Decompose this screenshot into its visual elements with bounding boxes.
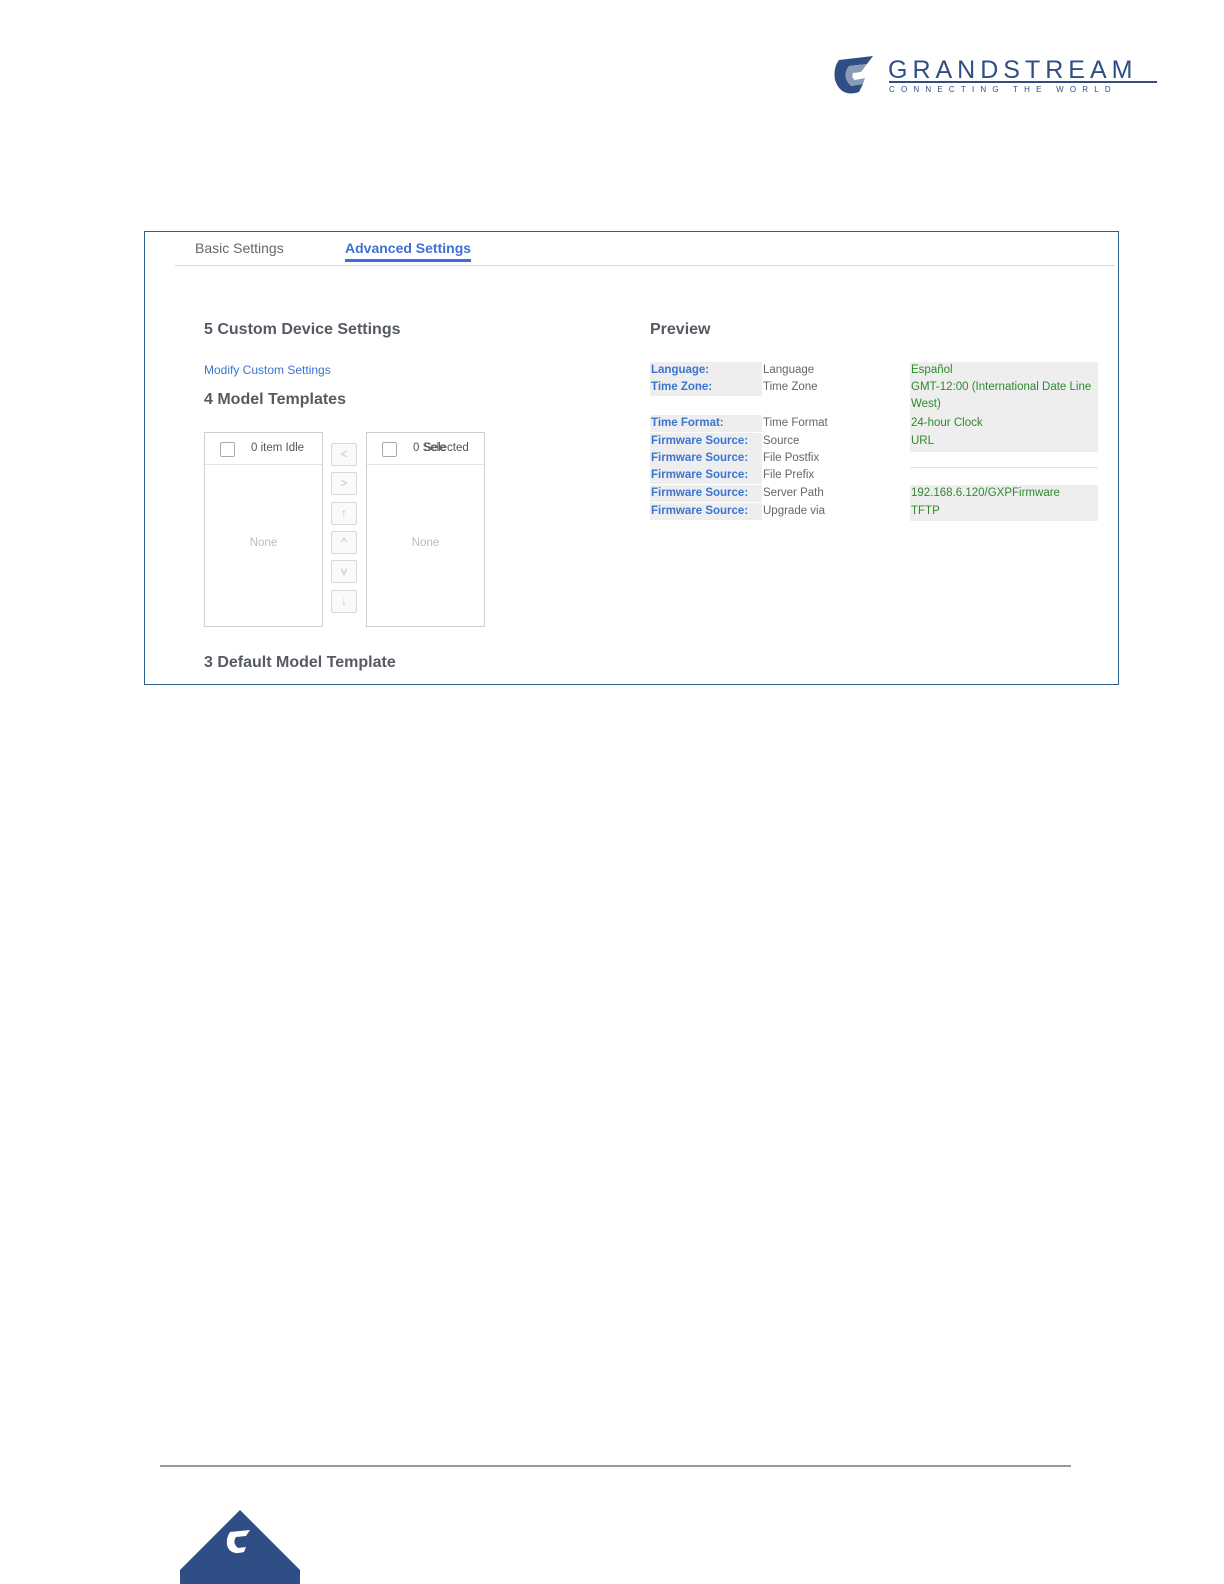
preview-heading: Preview [650, 321, 711, 338]
preview-row-file-prefix: Firmware Source: File Prefix [650, 467, 1100, 484]
grandstream-logo: GRANDSTREAM CONNECTING THE WORLD [833, 54, 1163, 100]
preview-key: Language: [650, 362, 762, 379]
preview-key: Firmware Source: [650, 450, 762, 467]
brand-rule [889, 81, 1157, 83]
tab-advanced-settings[interactable]: Advanced Settings [345, 240, 472, 262]
idle-list: 0 item Idle None [204, 432, 323, 627]
idle-list-title: 0 item Idle [251, 442, 305, 454]
preview-row-time-format: Time Format: Time Format 24-hour Clock [650, 415, 1100, 432]
preview-label: File Postfix [763, 452, 820, 464]
preview-row-time-zone: Time Zone: Time Zone GMT-12:00 (Internat… [650, 379, 1100, 414]
selected-list-header: 0 Sele Selected [367, 433, 484, 465]
preview-row-language: Language: Language Español [650, 362, 1100, 379]
modify-custom-settings-link[interactable]: Modify Custom Settings [204, 363, 331, 377]
move-right-button[interactable]: > [331, 472, 357, 495]
preview-key: Firmware Source: [650, 485, 762, 502]
custom-device-settings-heading: 5 Custom Device Settings [204, 321, 401, 338]
preview-key: Firmware Source: [650, 467, 762, 484]
selected-list-title-overlap: Selected [424, 442, 469, 454]
selected-list: 0 Sele Selected None [366, 432, 485, 627]
footer-logo-icon [180, 1510, 300, 1584]
brand-tagline: CONNECTING THE WORLD [889, 85, 1117, 94]
preview-label: Source [763, 435, 800, 447]
selected-list-empty: None [411, 537, 440, 549]
preview-label: Time Zone [763, 381, 818, 393]
model-templates-heading: 4 Model Templates [204, 391, 346, 408]
idle-list-empty: None [249, 537, 278, 549]
preview-row-upgrade-via: Firmware Source: Upgrade via TFTP [650, 503, 1100, 520]
preview-value: URL [910, 433, 1098, 450]
preview-label: File Prefix [763, 469, 815, 481]
preview-key: Time Format: [650, 415, 762, 432]
settings-panel: Basic Settings Advanced Settings 5 Custo… [144, 231, 1119, 685]
preview-label: Language [763, 364, 815, 376]
preview-row-server-path: Firmware Source: Server Path 192.168.6.1… [650, 485, 1100, 502]
preview-label: Upgrade via [763, 505, 826, 517]
preview-key: Time Zone: [650, 379, 762, 396]
move-up-button[interactable]: ^ [331, 531, 357, 554]
preview-value: GMT-12:00 (International Date Line West) [910, 379, 1098, 413]
selected-select-all-checkbox[interactable] [382, 442, 397, 457]
move-bottom-button[interactable]: ↓ [331, 590, 357, 613]
preview-row-firmware-source: Firmware Source: Source URL [650, 433, 1100, 450]
tab-basic-settings[interactable]: Basic Settings [195, 240, 284, 256]
preview-value: TFTP [910, 503, 1098, 520]
move-down-button[interactable]: v [331, 560, 357, 583]
default-model-template-heading: 3 Default Model Template [204, 654, 396, 671]
preview-value: 24-hour Clock [910, 415, 1098, 432]
move-top-button[interactable]: ↑ [331, 502, 357, 525]
move-left-button[interactable]: < [331, 443, 357, 466]
idle-list-header: 0 item Idle [205, 433, 322, 465]
preview-value: 192.168.6.120/GXPFirmware [910, 485, 1098, 502]
preview-value: Español [910, 362, 1098, 379]
preview-label: Server Path [763, 487, 824, 499]
preview-row-file-postfix: Firmware Source: File Postfix [650, 450, 1100, 467]
settings-tabs: Basic Settings Advanced Settings [175, 232, 1115, 266]
grandstream-logo-icon [834, 56, 873, 94]
idle-select-all-checkbox[interactable] [220, 442, 235, 457]
preview-key: Firmware Source: [650, 433, 762, 450]
footer-rule [160, 1465, 1071, 1467]
preview-key: Firmware Source: [650, 503, 762, 520]
preview-label: Time Format [763, 417, 828, 429]
